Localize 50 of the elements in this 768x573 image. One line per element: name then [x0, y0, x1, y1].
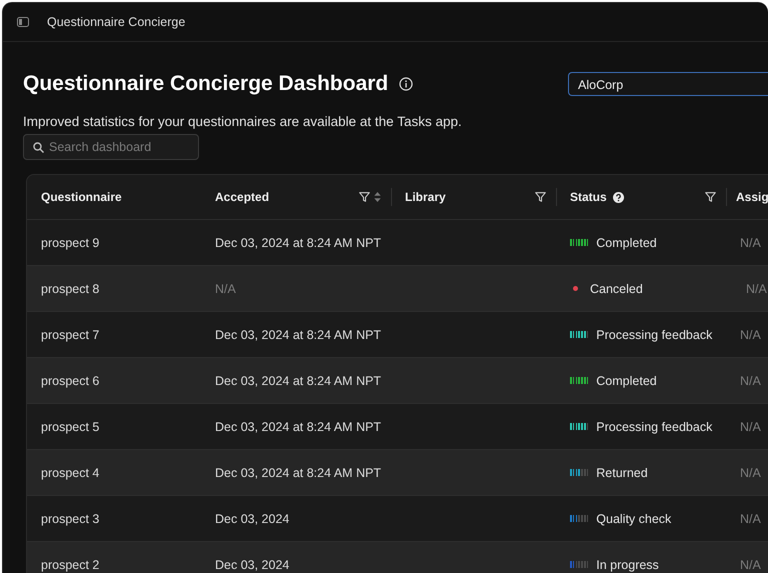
- table-cell-text: prospect 8: [40, 282, 100, 296]
- organization-select[interactable]: AloCorp: [568, 72, 768, 96]
- status-label: Canceled: [590, 282, 643, 296]
- status-label: Returned: [596, 466, 648, 480]
- table-cell-text: Dec 03, 2024 at 8:24 AM NPT: [214, 466, 382, 480]
- column-header: Library: [405, 190, 446, 204]
- table-cell-text: N/A: [739, 236, 761, 250]
- help-icon: [612, 192, 624, 202]
- table-cell-text: N/A: [739, 558, 761, 572]
- filter-icon[interactable]: [359, 192, 370, 202]
- table-cell-text: prospect 9: [40, 236, 100, 250]
- status-label: In progress: [596, 558, 659, 572]
- table-cell-text: N/A: [745, 282, 767, 296]
- table-cell-text: Dec 03, 2024 at 8:24 AM NPT: [214, 374, 382, 388]
- table-cell-text: Dec 03, 2024: [214, 558, 290, 572]
- status-label: Processing feedback: [596, 420, 712, 434]
- table-cell-text: N/A: [739, 374, 761, 388]
- table-cell-text: N/A: [739, 466, 761, 480]
- table-cell-text: Dec 03, 2024 at 8:24 AM NPT: [214, 328, 382, 342]
- column-header: Assig: [736, 190, 768, 204]
- status-label: Completed: [596, 374, 657, 388]
- filter-icon[interactable]: [705, 192, 716, 202]
- status-label: Quality check: [596, 512, 672, 526]
- filter-icon[interactable]: [535, 192, 546, 202]
- table-cell-text: prospect 4: [40, 466, 100, 480]
- subtitle: Improved statistics for your questionnaires are available at the Tasks app.: [23, 114, 463, 129]
- page-title: Questionnaire Concierge Dashboard: [23, 72, 388, 96]
- table-cell-text: Dec 03, 2024 at 8:24 AM NPT: [214, 236, 382, 250]
- sort-icon[interactable]: [374, 192, 381, 202]
- table-cell-text: Dec 03, 2024 at 8:24 AM NPT: [214, 420, 382, 434]
- table-cell-text: N/A: [739, 512, 761, 526]
- column-header: Questionnaire: [41, 190, 122, 204]
- info-icon: [399, 77, 414, 91]
- table-cell-text: prospect 7: [40, 328, 100, 342]
- table-cell-text: prospect 2: [40, 558, 100, 572]
- table-cell-text: Dec 03, 2024: [214, 512, 290, 526]
- window-title: Questionnaire Concierge: [47, 15, 186, 29]
- status-label: Processing feedback: [596, 328, 712, 342]
- column-header: Accepted: [215, 190, 270, 204]
- table-cell-text: N/A: [739, 328, 761, 342]
- search-field[interactable]: Search dashboard: [23, 134, 199, 160]
- search-icon: [33, 142, 44, 152]
- sidebar-toggle-icon[interactable]: [17, 17, 29, 27]
- status-label: Completed: [596, 236, 657, 250]
- table-cell-text: prospect 5: [40, 420, 100, 434]
- column-header: Status: [570, 190, 607, 204]
- table-cell-text: prospect 6: [40, 374, 100, 388]
- table-cell-text: prospect 3: [40, 512, 100, 526]
- table-cell-text: N/A: [739, 420, 761, 434]
- table-cell-text: N/A: [214, 282, 237, 296]
